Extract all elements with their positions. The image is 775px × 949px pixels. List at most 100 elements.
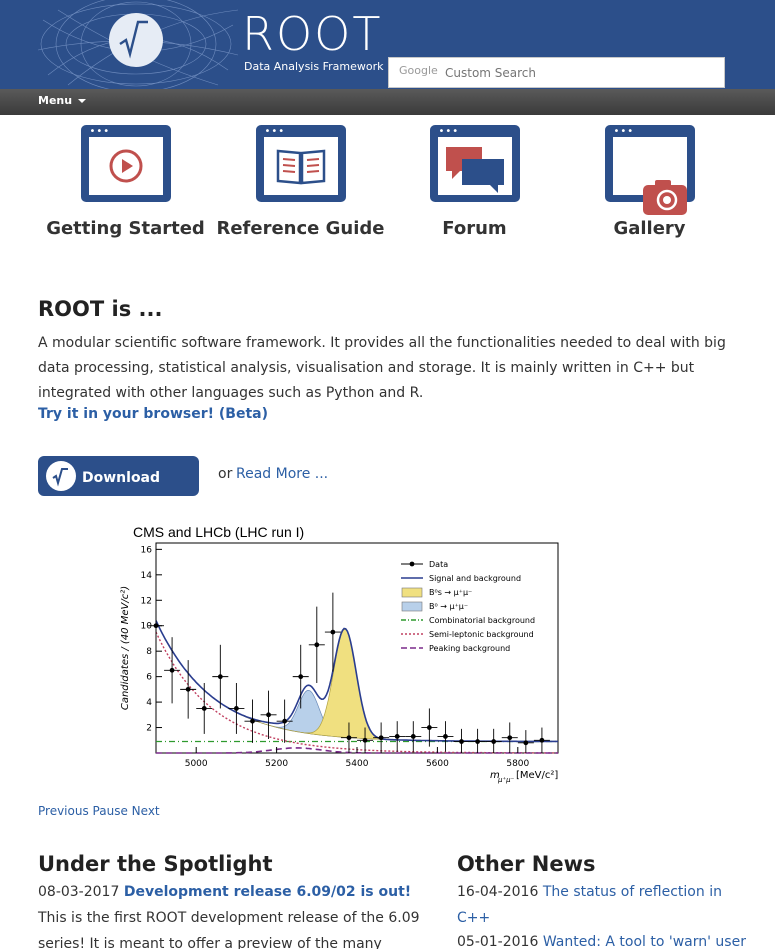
download-button[interactable]: Download	[38, 456, 199, 496]
data-point	[298, 674, 304, 680]
spotlight-text-line: This is the first ROOT development relea…	[38, 910, 420, 926]
menu-bar: Menu	[0, 89, 775, 115]
data-point	[346, 735, 352, 741]
data-point	[523, 740, 529, 746]
spotlight-text: This is the first ROOT development relea…	[38, 905, 438, 949]
data-point	[330, 629, 336, 635]
search-input[interactable]	[445, 63, 715, 83]
y-tick-label: 2	[146, 724, 152, 734]
next-link[interactable]: Next	[132, 804, 160, 818]
data-point	[314, 642, 320, 648]
tile-reference-guide[interactable]: ••• Reference Guide	[213, 125, 388, 239]
data-point	[282, 718, 288, 724]
caret-down-icon	[78, 99, 87, 103]
spotlight-title-link[interactable]: Development release 6.09/02 is out!	[124, 884, 411, 900]
gallery-icon: •••	[604, 125, 695, 215]
tile-label-gallery: Gallery	[613, 218, 686, 239]
news-date: 05-01-2016	[457, 934, 539, 949]
news-title-link-cont[interactable]: C++	[457, 910, 490, 926]
x-tick-label: 5000	[185, 759, 208, 769]
spotlight-item: 08-03-2017 Development release 6.09/02 i…	[38, 879, 411, 905]
dots-icon: •••	[438, 126, 460, 137]
read-more-link[interactable]: Read More ...	[236, 466, 328, 482]
dots-icon: •••	[89, 126, 111, 137]
try-in-browser-link[interactable]: Try it in your browser! (Beta)	[38, 406, 268, 422]
google-brand-label: Google	[399, 64, 438, 77]
site-header: ROOT Data Analysis Framework Google	[0, 0, 775, 89]
x-tick-label: 5400	[346, 759, 369, 769]
other-news-heading: Other News	[457, 852, 596, 876]
legend-label: Semi-leptonic background	[429, 630, 534, 639]
dots-icon: •••	[264, 126, 286, 137]
tile-label-reference-guide: Reference Guide	[216, 218, 385, 239]
x-axis-subscript: μ⁺μ⁻	[497, 776, 515, 784]
y-tick-label: 8	[146, 647, 152, 657]
data-point	[410, 734, 416, 739]
search-box[interactable]: Google	[388, 57, 725, 88]
reference-guide-icon: •••	[255, 125, 346, 202]
y-tick-label: 12	[141, 596, 152, 606]
data-point	[362, 737, 368, 743]
download-label: Download	[82, 470, 161, 486]
showcase-plot: CMS and LHCb (LHC run I) 5000 5200 5400 5600…	[120, 524, 559, 784]
y-tick-label: 6	[146, 673, 152, 683]
tile-label-getting-started: Getting Started	[46, 218, 205, 239]
legend-label: B⁰ → μ⁺μ⁻	[429, 602, 468, 611]
x-tick-label: 5600	[426, 759, 449, 769]
data-point	[234, 706, 239, 711]
legend-swatch	[401, 587, 423, 598]
menu-button[interactable]: Menu	[38, 94, 87, 107]
intro-paragraph: A modular scientific software framework.…	[38, 335, 726, 401]
tile-label-forum: Forum	[442, 218, 507, 239]
legend-label: Peaking background	[429, 644, 510, 653]
logo-subtitle: Data Analysis Framework	[244, 60, 384, 73]
y-tick-label: 16	[141, 545, 153, 555]
data-point	[217, 674, 223, 680]
y-tick-label: 14	[141, 571, 153, 581]
data-point	[266, 712, 271, 718]
root-logo-graphic[interactable]	[38, 0, 238, 89]
camera-icon	[642, 180, 687, 215]
data-point	[378, 735, 384, 741]
news-title-link[interactable]: The status of reflection in	[543, 884, 722, 900]
tile-forum[interactable]: ••• Forum	[387, 125, 562, 239]
pause-link[interactable]: Pause	[93, 804, 128, 818]
y-axis-label: Candidates / (40 MeV/c²)	[120, 586, 131, 710]
data-point	[539, 737, 545, 743]
root-is-heading: ROOT is ...	[38, 297, 163, 321]
chart-title: CMS and LHCb (LHC run I)	[133, 524, 304, 540]
menu-label: Menu	[38, 94, 73, 107]
play-icon	[109, 149, 142, 183]
data-point	[169, 667, 175, 673]
news-item: 05-01-2016 Wanted: A tool to 'warn' user	[457, 929, 775, 949]
tile-gallery[interactable]: ••• Gallery	[562, 125, 737, 239]
spotlight-text-line: series! It is meant to offer a preview o…	[38, 936, 382, 949]
getting-started-icon: •••	[80, 125, 171, 202]
slideshow-controls: Previous Pause Next	[38, 804, 160, 818]
legend-label: Data	[429, 560, 448, 569]
legend-label: Combinatorial background	[429, 616, 535, 625]
x-axis-label: [MeV/c²]	[516, 770, 558, 781]
x-tick-label: 5200	[265, 759, 288, 769]
spotlight-date: 08-03-2017	[38, 884, 120, 900]
news-item: 16-04-2016 The status of reflection in C…	[457, 879, 757, 931]
or-text: or	[218, 466, 233, 482]
data-point	[426, 725, 432, 730]
data-point	[394, 734, 400, 739]
data-point	[185, 686, 191, 692]
x-tick-label: 5800	[506, 759, 529, 769]
legend-swatch	[401, 601, 423, 612]
spotlight-heading: Under the Spotlight	[38, 852, 273, 876]
tile-getting-started[interactable]: ••• Getting Started	[38, 125, 213, 239]
data-point	[475, 739, 480, 744]
legend-marker-dot	[409, 561, 415, 567]
legend-label: B⁰s → μ⁺μ⁻	[429, 588, 472, 597]
news-date: 16-04-2016	[457, 884, 539, 900]
news-title-link[interactable]: Wanted: A tool to 'warn' user	[543, 934, 746, 949]
root-logo-icon	[46, 461, 76, 491]
y-tick-label: 10	[141, 622, 153, 632]
legend-label: Signal and background	[429, 574, 521, 583]
previous-link[interactable]: Previous	[38, 804, 89, 818]
data-point	[491, 739, 497, 744]
data-point	[507, 735, 513, 741]
